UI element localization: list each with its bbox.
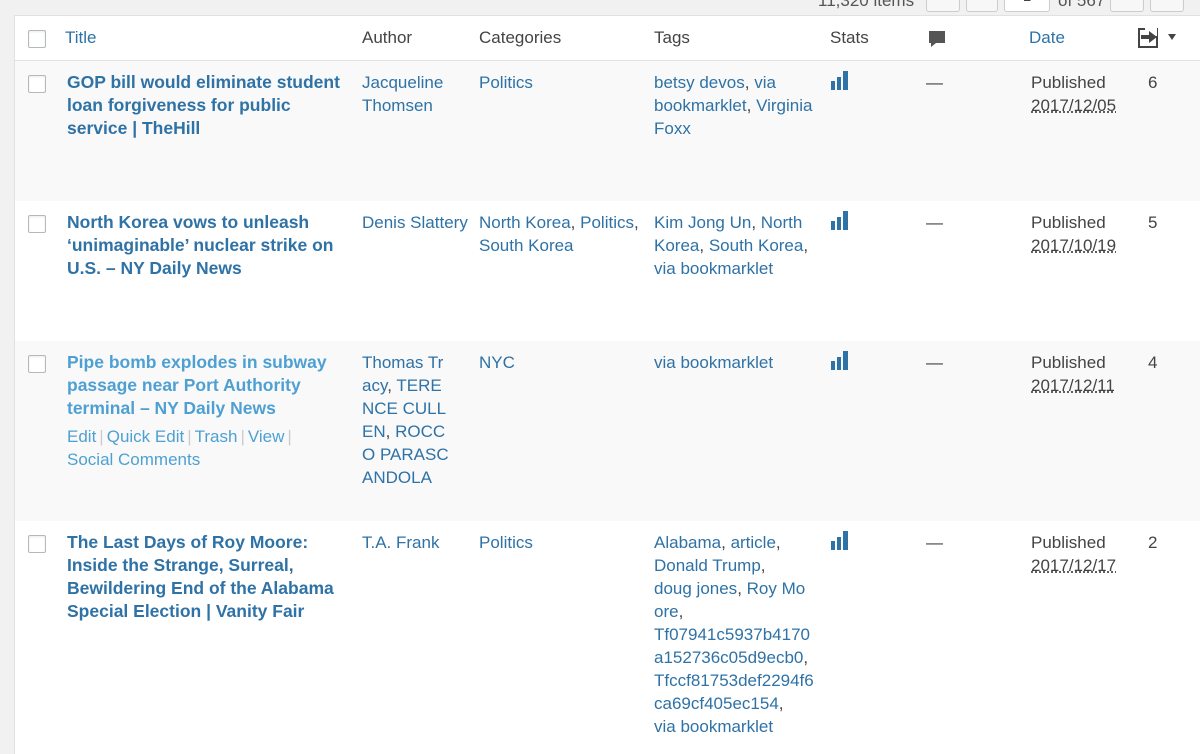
trash-link[interactable]: Trash	[195, 427, 238, 446]
tags-cell: betsy devos, via bookmarklet, Virginia F…	[654, 73, 813, 138]
current-page-input[interactable]: 1	[1004, 0, 1050, 12]
count-value: 6	[1148, 73, 1158, 92]
next-page-button[interactable]: ›	[1110, 0, 1144, 12]
tag-link[interactable]: Alabama	[654, 533, 721, 552]
categories-cell: Politics	[479, 71, 639, 94]
items-count: 11,320 items	[818, 0, 915, 10]
categories-cell: North Korea, Politics, South Korea	[479, 213, 639, 255]
column-tags: Tags	[654, 28, 690, 47]
comment-bubble-icon[interactable]	[927, 29, 947, 54]
column-categories: Categories	[479, 28, 562, 47]
quick-edit-link[interactable]: Quick Edit	[107, 427, 184, 446]
select-all-checkbox[interactable]	[28, 30, 46, 48]
post-date: 2017/12/11	[1031, 376, 1115, 395]
tag-link[interactable]: South Korea	[709, 236, 804, 255]
author-link[interactable]: Jacqueline Thomsen	[362, 73, 443, 115]
social-comments-link[interactable]: Social Comments	[67, 450, 200, 469]
column-author: Author	[362, 28, 413, 47]
post-title-cell: The Last Days of Roy Moore: Inside the S…	[67, 531, 352, 623]
row-checkbox[interactable]	[28, 535, 46, 553]
table-row: GOP bill would eliminate student loan fo…	[15, 61, 1200, 201]
bar-chart-icon[interactable]	[831, 351, 851, 377]
pagination-bar: 11,320 items « ‹ 1 of 567 › »	[0, 0, 1200, 15]
row-checkbox[interactable]	[28, 75, 46, 93]
row-checkbox[interactable]	[28, 215, 46, 233]
category-link[interactable]: North Korea	[479, 213, 571, 232]
first-page-button[interactable]: «	[926, 0, 960, 12]
table-header: Title Author Categories Tags Stats Date	[15, 16, 1200, 61]
bar-chart-icon[interactable]	[831, 531, 851, 557]
edit-link[interactable]: Edit	[67, 427, 96, 446]
date-cell: Published 2017/12/05	[1031, 71, 1131, 117]
post-status: Published	[1031, 73, 1106, 92]
tags-cell: Kim Jong Un, North Korea, South Korea, v…	[654, 213, 809, 278]
post-status: Published	[1031, 353, 1106, 372]
tag-link[interactable]: via bookmarklet	[654, 717, 773, 736]
category-link[interactable]: NYC	[479, 353, 515, 372]
column-date-sort[interactable]: Date	[1029, 28, 1065, 48]
category-link[interactable]: Politics	[479, 73, 533, 92]
table-row: The Last Days of Roy Moore: Inside the S…	[15, 521, 1200, 754]
prev-page-button[interactable]: ‹	[966, 0, 998, 12]
post-title-cell: Pipe bomb explodes in subway passage nea…	[67, 351, 352, 471]
tags-cell: via bookmarklet	[654, 351, 814, 374]
row-actions: Edit | Quick Edit | Trash | View | Social Commen…	[67, 427, 292, 469]
tag-link[interactable]: via bookmarklet	[654, 259, 773, 278]
post-title-link[interactable]: The Last Days of Roy Moore: Inside the S…	[67, 532, 334, 621]
total-pages: of 567	[1058, 0, 1106, 10]
tag-link[interactable]: betsy devos	[654, 73, 745, 92]
comments-count: —	[926, 533, 943, 552]
comments-count: —	[926, 353, 943, 372]
author-cell: T.A. Frank	[362, 531, 472, 554]
comments-count: —	[926, 213, 943, 232]
author-link[interactable]: Denis Slattery	[362, 213, 468, 232]
post-date: 2017/12/05	[1031, 96, 1117, 115]
date-cell: Published 2017/12/17	[1031, 531, 1131, 577]
export-dropdown-icon[interactable]	[1135, 25, 1183, 56]
author-cell: Denis Slattery	[362, 211, 472, 234]
date-cell: Published 2017/10/19	[1031, 211, 1131, 257]
post-status: Published	[1031, 213, 1106, 232]
tag-link[interactable]: Tf07941c5937b4170a152736c05d9ecb0	[654, 625, 810, 667]
category-link[interactable]: Politics	[479, 533, 533, 552]
post-status: Published	[1031, 533, 1106, 552]
bar-chart-icon[interactable]	[831, 211, 851, 237]
post-title-link[interactable]: Pipe bomb explodes in subway passage nea…	[67, 352, 327, 418]
tag-link[interactable]: Tfccf81753def2294f6ca69cf405ec154	[654, 671, 814, 713]
tag-link[interactable]: article	[731, 533, 776, 552]
column-title-sort[interactable]: Title	[65, 28, 97, 48]
category-link[interactable]: South Korea	[479, 236, 574, 255]
category-link[interactable]: Politics	[580, 213, 634, 232]
author-cell: Thomas Tracy, TERENCE CULLEN, ROCCO PARA…	[362, 353, 449, 487]
bar-chart-icon[interactable]	[831, 71, 851, 97]
post-date: 2017/12/17	[1031, 556, 1117, 575]
count-value: 2	[1148, 533, 1158, 552]
last-page-button[interactable]: »	[1150, 0, 1184, 12]
posts-table: Title Author Categories Tags Stats Date …	[14, 15, 1200, 754]
view-link[interactable]: View	[248, 427, 285, 446]
date-cell: Published 2017/12/11	[1031, 351, 1131, 397]
row-checkbox[interactable]	[28, 355, 46, 373]
post-title-link[interactable]: GOP bill would eliminate student loan fo…	[67, 72, 340, 138]
tag-link[interactable]: Donald Trump	[654, 556, 761, 575]
post-title-cell: North Korea vows to unleash ‘unimaginabl…	[67, 211, 352, 280]
table-row: North Korea vows to unleash ‘unimaginabl…	[15, 201, 1200, 341]
categories-cell: Politics	[479, 531, 639, 554]
author-link[interactable]: T.A. Frank	[362, 533, 439, 552]
tag-link[interactable]: via bookmarklet	[654, 353, 773, 372]
tag-link[interactable]: doug jones	[654, 579, 737, 598]
column-stats: Stats	[830, 28, 869, 47]
count-value: 4	[1148, 353, 1158, 372]
post-title-cell: GOP bill would eliminate student loan fo…	[67, 71, 352, 140]
comments-count: —	[926, 73, 943, 92]
categories-cell: NYC	[479, 351, 639, 374]
post-title-link[interactable]: North Korea vows to unleash ‘unimaginabl…	[67, 212, 333, 278]
post-date: 2017/10/19	[1031, 236, 1117, 255]
tags-cell: Alabama, article, Donald Trump, doug jones…	[654, 533, 814, 736]
count-value: 5	[1148, 213, 1158, 232]
table-row: Pipe bomb explodes in subway passage nea…	[15, 341, 1200, 521]
tag-link[interactable]: Kim Jong Un	[654, 213, 751, 232]
author-cell: Jacqueline Thomsen	[362, 71, 472, 117]
